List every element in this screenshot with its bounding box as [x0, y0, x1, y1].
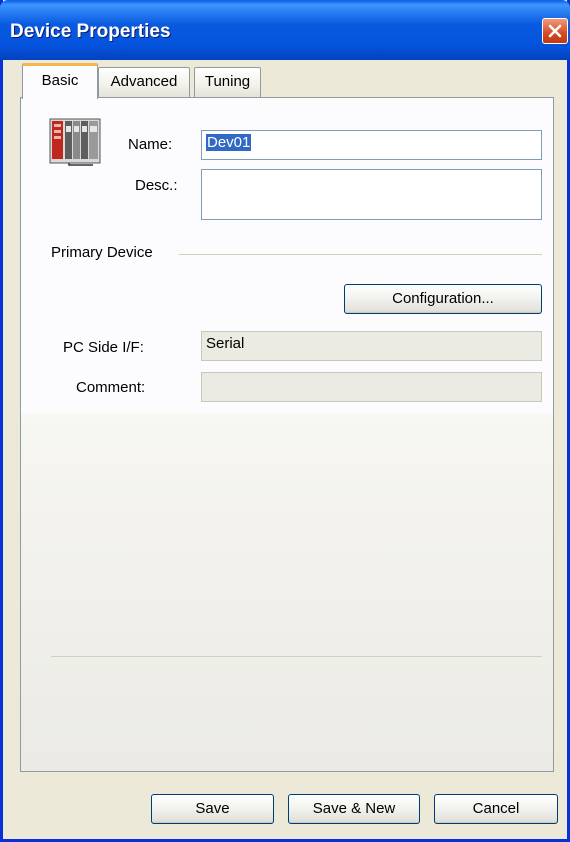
tab-basic[interactable]: Basic: [22, 63, 98, 99]
close-button[interactable]: [542, 18, 568, 44]
name-field[interactable]: Dev01: [201, 130, 542, 160]
pc-side-field[interactable]: Serial: [201, 331, 542, 361]
comment-field[interactable]: [201, 372, 542, 402]
plc-rack-icon: [49, 118, 101, 166]
tab-tuning[interactable]: Tuning: [194, 67, 261, 97]
basic-tab-panel: Name: Dev01 Desc.: Primary Device Config…: [20, 97, 554, 772]
device-properties-dialog: Device Properties Basic Advanced Tuning: [0, 0, 570, 842]
configuration-button[interactable]: Configuration...: [344, 284, 542, 314]
bottom-divider: [51, 656, 542, 657]
title-bar[interactable]: Device Properties: [0, 0, 570, 60]
desc-label: Desc.:: [135, 177, 178, 194]
comment-label: Comment:: [76, 379, 146, 396]
primary-device-divider: [179, 254, 542, 255]
close-icon: [548, 24, 562, 38]
panel-lower-area: [21, 413, 553, 771]
save-button[interactable]: Save: [151, 794, 274, 824]
cancel-button[interactable]: Cancel: [434, 794, 558, 824]
name-label: Name:: [128, 136, 173, 153]
desc-field[interactable]: [201, 169, 542, 220]
name-field-value: Dev01: [206, 134, 252, 151]
window-title: Device Properties: [10, 21, 171, 42]
save-and-new-button[interactable]: Save & New: [288, 794, 420, 824]
primary-device-group-label: Primary Device: [51, 244, 153, 261]
pc-side-label: PC Side I/F:: [63, 339, 144, 356]
tab-advanced[interactable]: Advanced: [98, 67, 190, 97]
